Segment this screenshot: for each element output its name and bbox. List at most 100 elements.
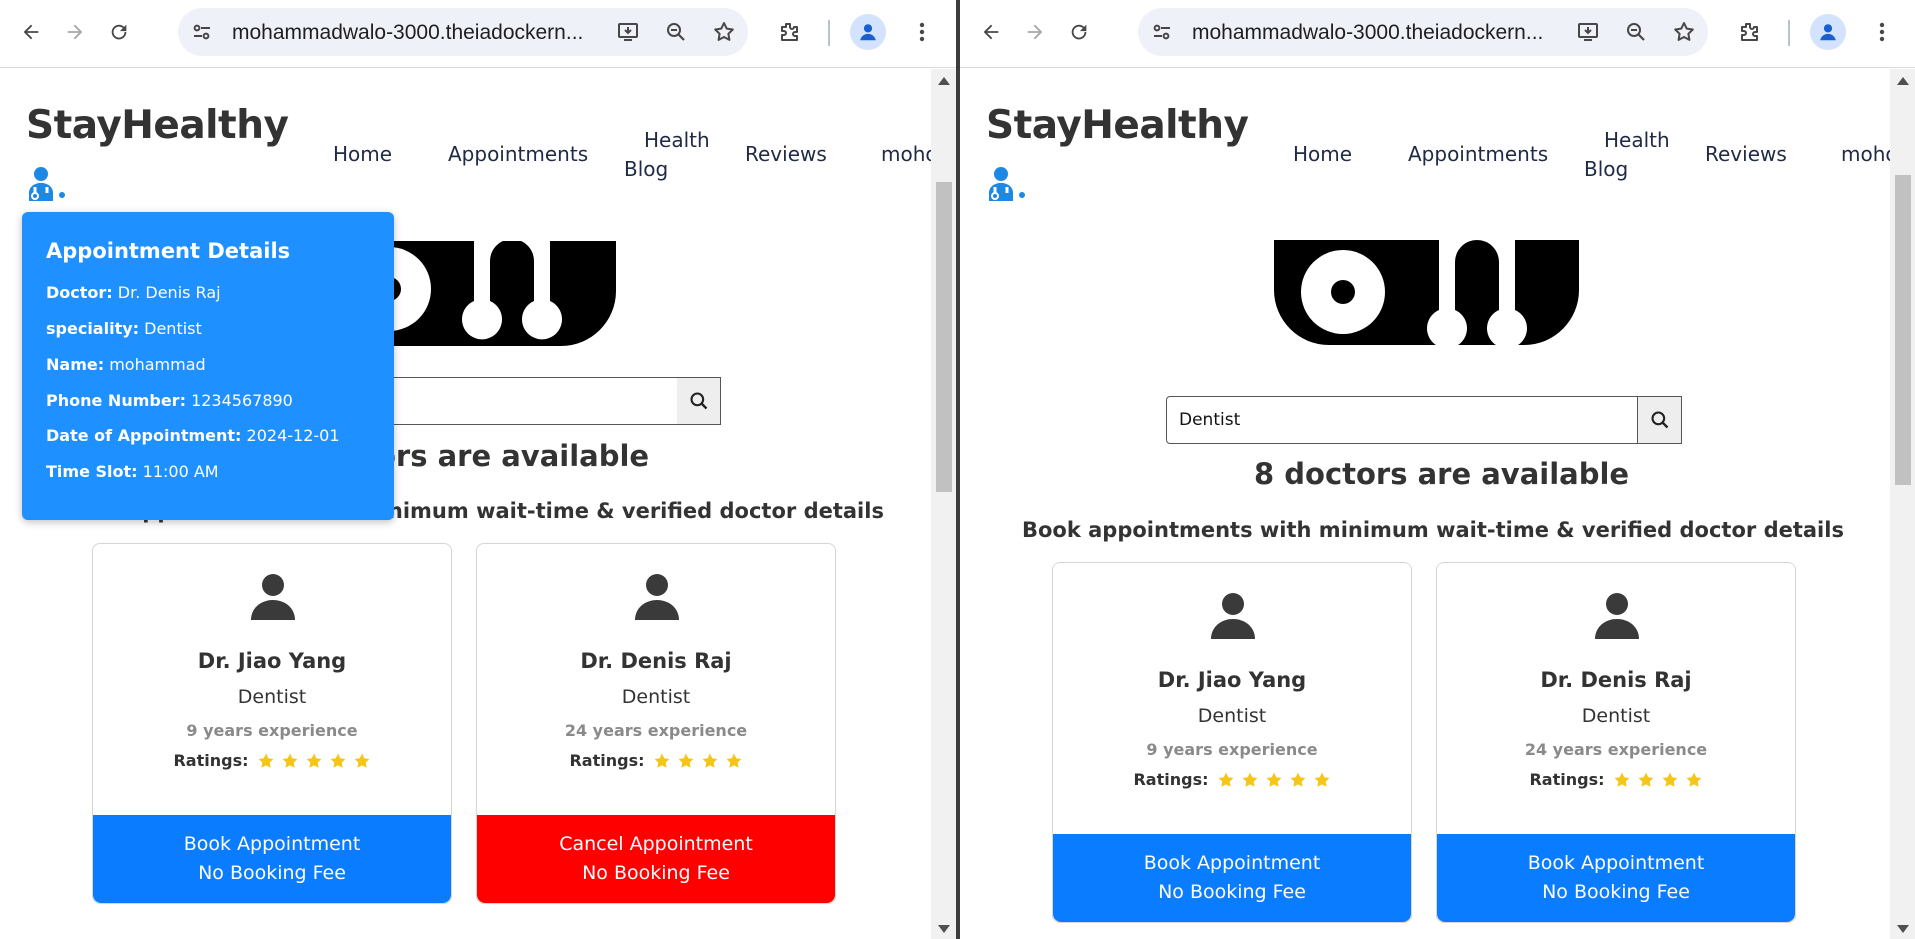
- search-icon: [689, 392, 707, 410]
- tune-icon[interactable]: [1150, 20, 1174, 44]
- doctor-experience: 9 years experience: [1146, 740, 1318, 759]
- doctor-count-title: ors are available: [376, 439, 650, 473]
- nav-home[interactable]: Home: [333, 140, 392, 169]
- search-input[interactable]: [376, 377, 678, 425]
- booking-fee-label: No Booking Fee: [1542, 881, 1690, 903]
- zoom-icon[interactable]: [1622, 18, 1650, 46]
- scroll-thumb[interactable]: [1895, 175, 1911, 485]
- nav-health-blog[interactable]: Health Blog: [1584, 126, 1674, 184]
- doctor-card: Dr. Denis Raj Dentist 24 years experienc…: [476, 543, 836, 904]
- nav-home[interactable]: Home: [1293, 140, 1352, 169]
- search-input[interactable]: [1166, 396, 1638, 444]
- person-icon: [1595, 593, 1639, 639]
- doctor-logo-icon[interactable]: [26, 165, 68, 203]
- appointment-details-popup: Appointment Details Doctor: Dr. Denis Ra…: [22, 212, 394, 520]
- search-icon: [1650, 411, 1668, 429]
- doctor-ratings: Ratings:: [1053, 770, 1411, 789]
- star-icon: [1686, 772, 1701, 787]
- page-viewport: StayHealthy Home Appointments Health Blo…: [960, 69, 1890, 939]
- reload-icon[interactable]: [101, 14, 137, 50]
- forward-arrow-icon[interactable]: [1017, 14, 1053, 50]
- install-app-icon[interactable]: [1574, 18, 1602, 46]
- doctor-card: Dr. Jiao Yang Dentist 9 years experience…: [92, 543, 452, 904]
- book-appointment-button[interactable]: Book Appointment No Booking Fee: [93, 815, 451, 903]
- popup-row-speciality: speciality: Dentist: [46, 319, 202, 338]
- cancel-button-label: Cancel Appointment: [559, 833, 753, 855]
- person-icon: [251, 574, 295, 620]
- star-icon: [306, 753, 321, 768]
- nav-appointments[interactable]: Appointments: [1408, 140, 1548, 169]
- star-icon: [282, 753, 297, 768]
- popup-title: Appointment Details: [46, 239, 291, 263]
- star-icon: [330, 753, 345, 768]
- address-bar[interactable]: mohammadwalo-3000.theiadockern...: [178, 8, 748, 56]
- star-icon: [726, 753, 741, 768]
- back-arrow-icon[interactable]: [973, 14, 1009, 50]
- vertical-scrollbar[interactable]: [931, 69, 956, 939]
- ratings-label: Ratings:: [1133, 770, 1209, 789]
- scroll-up-arrow-icon[interactable]: [1897, 77, 1909, 85]
- scroll-down-arrow-icon[interactable]: [938, 925, 950, 933]
- popup-row-doctor: Doctor: Dr. Denis Raj: [46, 283, 221, 302]
- star-bookmark-icon[interactable]: [1670, 18, 1698, 46]
- nav-health-blog[interactable]: Health Blog: [624, 126, 714, 184]
- star-icon: [1638, 772, 1653, 787]
- book-button-label: Book Appointment: [1527, 852, 1705, 874]
- star-icon: [1266, 772, 1281, 787]
- zoom-icon[interactable]: [662, 18, 690, 46]
- forward-arrow-icon[interactable]: [57, 14, 93, 50]
- url-text[interactable]: mohammadwalo-3000.theiadockern...: [232, 21, 583, 45]
- browser-window-right: mohammadwalo-3000.theiadockern... StayHe…: [960, 0, 1915, 939]
- url-text[interactable]: mohammadwalo-3000.theiadockern...: [1192, 21, 1543, 45]
- puzzle-icon[interactable]: [1731, 14, 1767, 50]
- puzzle-icon[interactable]: [771, 14, 807, 50]
- search-button[interactable]: [677, 377, 721, 425]
- nav-appointments[interactable]: Appointments: [448, 140, 588, 169]
- vertical-scrollbar[interactable]: [1890, 69, 1915, 939]
- popup-row-date: Date of Appointment: 2024-12-01: [46, 426, 340, 445]
- nav-reviews[interactable]: Reviews: [1705, 140, 1787, 169]
- hero-doctor-image: [1274, 240, 1584, 375]
- search-bar: [1166, 396, 1682, 444]
- profile-icon[interactable]: [850, 14, 886, 50]
- search-button[interactable]: [1638, 396, 1682, 444]
- tune-icon[interactable]: [190, 20, 214, 44]
- book-appointment-button[interactable]: Book Appointment No Booking Fee: [1437, 834, 1795, 922]
- doctor-speciality: Dentist: [1581, 705, 1651, 727]
- star-bookmark-icon[interactable]: [710, 18, 738, 46]
- profile-icon[interactable]: [1810, 14, 1846, 50]
- book-appointment-button[interactable]: Book Appointment No Booking Fee: [1053, 834, 1411, 922]
- book-button-label: Book Appointment: [183, 833, 361, 855]
- browser-toolbar: mohammadwalo-3000.theiadockern...: [0, 0, 956, 68]
- kebab-menu-icon[interactable]: [904, 14, 940, 50]
- nav-health-blog-line1: Health: [644, 128, 710, 152]
- nav-user[interactable]: moho: [881, 140, 931, 169]
- kebab-menu-icon[interactable]: [1864, 14, 1900, 50]
- nav-health-blog-line2: Blog: [1584, 157, 1629, 181]
- nav-reviews[interactable]: Reviews: [745, 140, 827, 169]
- person-icon: [1211, 593, 1255, 639]
- nav-user[interactable]: moho: [1841, 140, 1890, 169]
- address-bar[interactable]: mohammadwalo-3000.theiadockern...: [1138, 8, 1708, 56]
- brand-title[interactable]: StayHealthy: [26, 103, 289, 148]
- star-icon: [702, 753, 717, 768]
- toolbar-separator: [828, 20, 830, 46]
- scroll-down-arrow-icon[interactable]: [1897, 925, 1909, 933]
- back-arrow-icon[interactable]: [13, 14, 49, 50]
- browser-window-left: mohammadwalo-3000.theiadockern... StayHe…: [0, 0, 956, 939]
- doctor-experience: 24 years experience: [564, 721, 748, 740]
- popup-row-name: Name: mohammad: [46, 355, 206, 374]
- scroll-up-arrow-icon[interactable]: [938, 77, 950, 85]
- browser-toolbar: mohammadwalo-3000.theiadockern...: [960, 0, 1915, 68]
- scroll-thumb[interactable]: [936, 182, 952, 492]
- doctor-name: Dr. Denis Raj: [1540, 668, 1692, 692]
- doctor-ratings: Ratings:: [477, 751, 835, 770]
- cancel-appointment-button[interactable]: Cancel Appointment No Booking Fee: [477, 815, 835, 903]
- install-app-icon[interactable]: [614, 18, 642, 46]
- brand-title[interactable]: StayHealthy: [986, 103, 1249, 148]
- doctor-name: Dr. Jiao Yang: [197, 649, 347, 673]
- ratings-label: Ratings:: [569, 751, 645, 770]
- toolbar-separator: [1788, 20, 1790, 46]
- reload-icon[interactable]: [1061, 14, 1097, 50]
- doctor-logo-icon[interactable]: [986, 165, 1028, 203]
